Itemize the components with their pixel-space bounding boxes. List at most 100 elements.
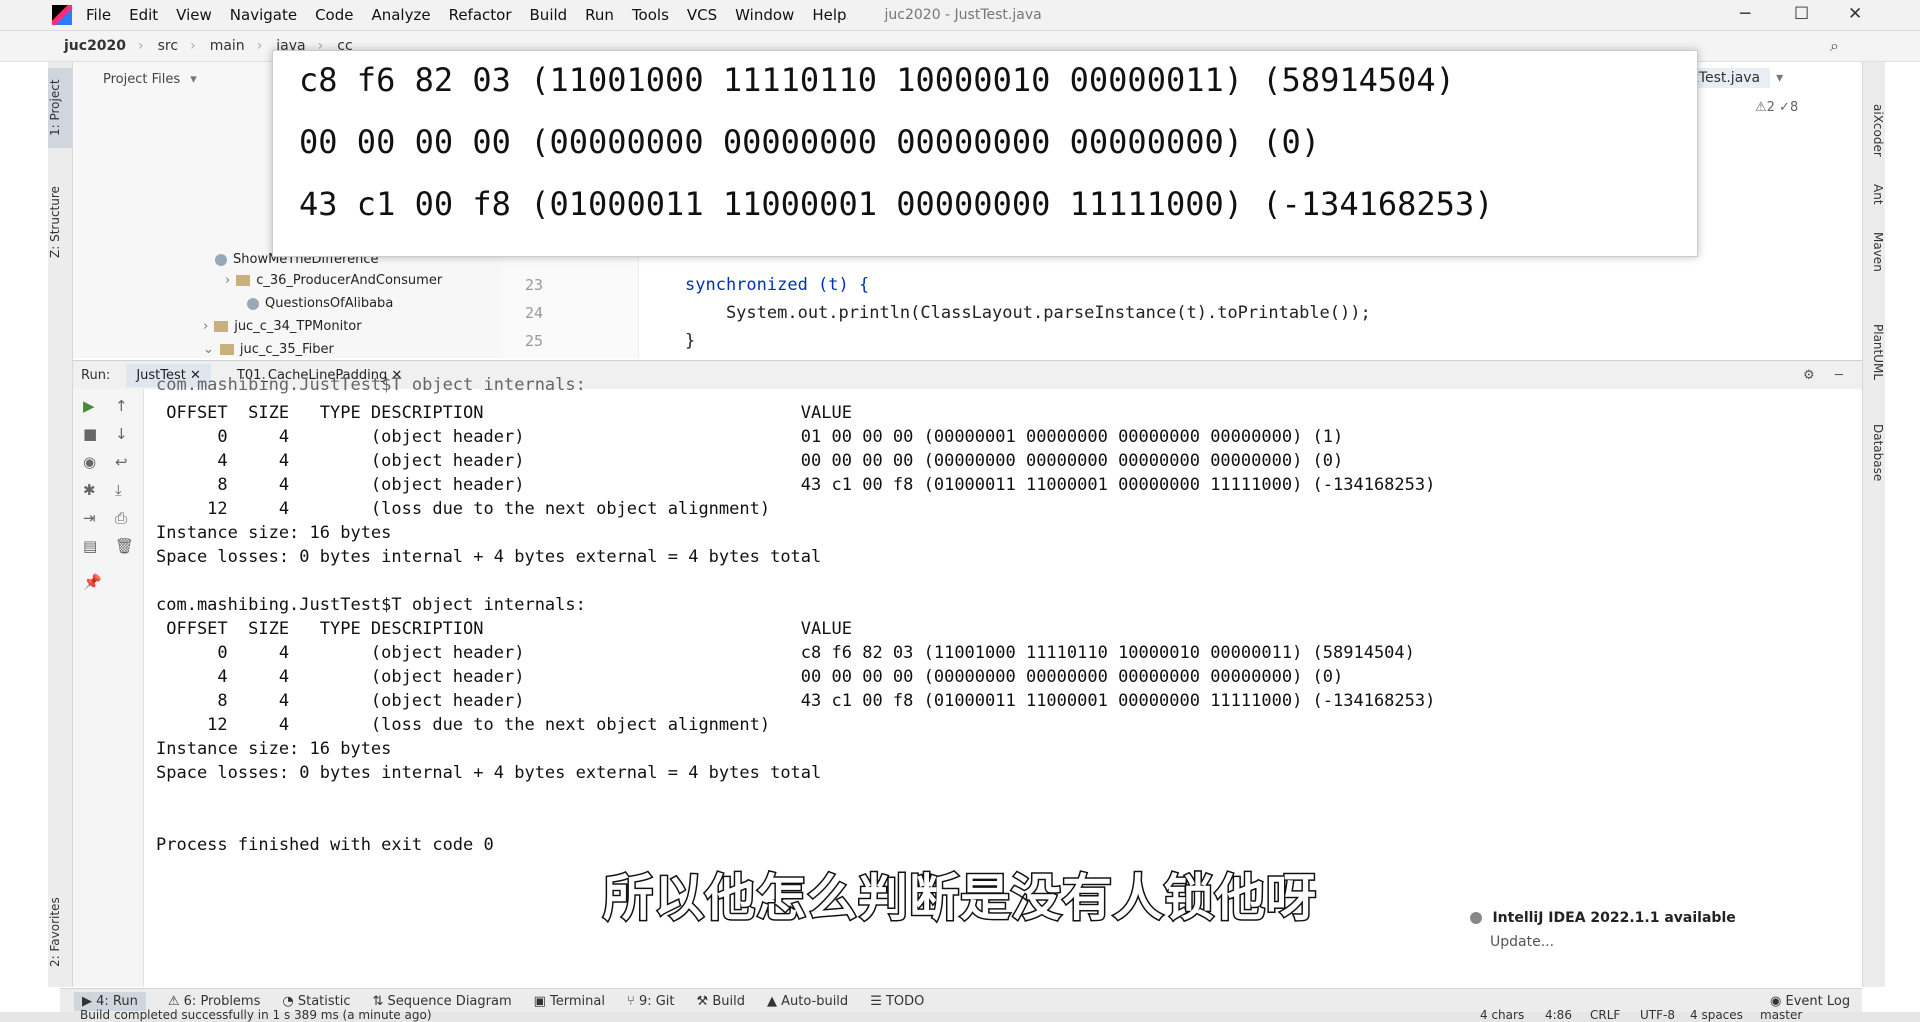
menu-navigate[interactable]: Navigate (230, 6, 297, 24)
menu-file[interactable]: File (86, 6, 111, 24)
maximize-icon[interactable]: ☐ (1794, 4, 1809, 24)
tool-sequence-diagram[interactable]: ⇅ Sequence Diagram (373, 994, 512, 1009)
arrow-up-icon[interactable]: ↑ (115, 397, 128, 415)
tab-project[interactable]: 1: Project (48, 68, 72, 148)
breadcrumb-main[interactable]: main (210, 38, 245, 54)
tool-git[interactable]: ⑂ 9: Git (627, 994, 675, 1009)
breadcrumb-separator-icon: › (138, 38, 144, 54)
chevron-right-icon[interactable]: › (203, 319, 208, 334)
hammer-icon: ⚒ (696, 993, 713, 1009)
pin-icon[interactable]: 📌 (83, 573, 102, 591)
chevron-down-icon[interactable]: ⌄ (203, 342, 214, 357)
todo-icon: ☰ (870, 993, 886, 1009)
folder-icon (236, 275, 251, 286)
indent-setting[interactable]: 4 spaces (1690, 1008, 1743, 1022)
console-row: 12 4 (loss due to the next object alignm… (156, 715, 771, 735)
problems-icon: ⚠ (167, 993, 184, 1009)
breadcrumb-src[interactable]: src (158, 38, 178, 54)
tree-item-tp-monitor[interactable]: › juc_c_34_TPMonitor (203, 319, 362, 334)
exit-icon[interactable]: ⇥ (83, 509, 96, 527)
tool-build[interactable]: ⚒ Build (697, 994, 745, 1009)
menu-run[interactable]: Run (585, 6, 614, 24)
tool-event-log[interactable]: ◉ Event Log (1770, 994, 1850, 1009)
menu-refactor[interactable]: Refactor (449, 6, 512, 24)
breadcrumb-separator-icon: › (190, 38, 196, 54)
terminal-icon: ▣ (533, 993, 551, 1009)
menu-code[interactable]: Code (315, 6, 353, 24)
tab-ant[interactable]: Ant (1865, 184, 1885, 205)
tool-todo[interactable]: ☰ TODO (870, 994, 924, 1009)
debug-icon[interactable]: ✱ (83, 481, 96, 499)
git-branch[interactable]: master (1760, 1008, 1802, 1022)
tab-structure[interactable]: Z: Structure (48, 172, 72, 272)
tree-item-questions-of-alibaba[interactable]: QuestionsOfAlibaba (247, 296, 393, 311)
tool-terminal[interactable]: ▣ Terminal (534, 994, 605, 1009)
console-header: OFFSET SIZE TYPE DESCRIPTION VALUE (156, 619, 852, 639)
menu-vcs[interactable]: VCS (687, 6, 717, 24)
window-title: juc2020 - JustTest.java (884, 7, 1042, 23)
git-icon: ⑂ (627, 993, 639, 1009)
breadcrumb-separator-icon: › (256, 38, 263, 54)
line-separator[interactable]: CRLF (1590, 1008, 1620, 1022)
tree-item-fiber[interactable]: ⌄ juc_c_35_Fiber (203, 342, 334, 357)
soft-wrap-icon[interactable]: ↩ (115, 453, 128, 471)
console-row: 12 4 (loss due to the next object alignm… (156, 499, 771, 519)
project-files-label: Project Files (103, 72, 181, 87)
menu-analyze[interactable]: Analyze (371, 6, 430, 24)
menu-build[interactable]: Build (530, 6, 568, 24)
chevron-down-icon[interactable]: ▾ (1776, 70, 1783, 86)
class-icon (215, 253, 227, 266)
auto-build-icon: ▲ (766, 993, 782, 1009)
tool-problems[interactable]: ⚠ 6: Problems (168, 994, 261, 1009)
console-exit-message: Process finished with exit code 0 (156, 835, 494, 855)
trash-icon[interactable]: 🗑 (115, 537, 134, 555)
caret-position[interactable]: 4:86 (1545, 1008, 1572, 1022)
tab-aixcoder[interactable]: aiXcoder (1865, 104, 1885, 157)
tool-statistic[interactable]: ◔ Statistic (282, 994, 350, 1009)
console-row: 0 4 (object header) 01 00 00 00 (0000000… (156, 427, 1344, 447)
console-instance-size: Instance size: 16 bytes (156, 523, 392, 543)
camera-icon[interactable]: ◉ (83, 453, 96, 471)
minimize-panel-icon[interactable]: ─ (1835, 368, 1843, 383)
breadcrumb-project[interactable]: juc2020 (64, 38, 126, 54)
arrow-down-icon[interactable]: ↓ (115, 425, 128, 443)
print-icon[interactable]: ⎙ (115, 509, 127, 527)
zoom-overlay: c8 f6 82 03 (11001000 11110110 10000010 … (272, 50, 1698, 257)
console-line-partial: com.mashibing.JustTest$T object internal… (156, 375, 586, 395)
menu-tools[interactable]: Tools (632, 6, 669, 24)
tool-auto-build[interactable]: ▲ Auto-build (767, 994, 848, 1009)
tab-plantuml[interactable]: PlantUML (1865, 324, 1885, 380)
tab-database[interactable]: Database (1865, 424, 1885, 481)
menu-help[interactable]: Help (812, 6, 846, 24)
chevron-down-icon[interactable]: ▾ (190, 72, 197, 87)
gear-icon[interactable]: ⚙ (1803, 368, 1815, 383)
project-files-header[interactable]: Project Files ▾ (103, 72, 197, 87)
overlay-line: 43 c1 00 f8 (01000011 11000001 00000000 … (299, 185, 1494, 223)
code-line: synchronized (t) { (685, 275, 870, 295)
minimize-icon[interactable]: ─ (1740, 4, 1750, 24)
rerun-icon[interactable]: ▶ (83, 397, 95, 415)
intellij-logo-icon (52, 5, 72, 25)
menu-view[interactable]: View (176, 6, 212, 24)
inspection-widget[interactable]: ⚠2 ✓8 (1755, 100, 1798, 115)
left-tool-strip: 1: Project Z: Structure 2: Favorites (48, 62, 73, 987)
chevron-right-icon[interactable]: › (225, 273, 230, 288)
tree-item-producer-and-consumer[interactable]: › c_36_ProducerAndConsumer (225, 273, 442, 288)
code-line: System.out.println(ClassLayout.parseInst… (685, 303, 1371, 323)
code-line: } (685, 331, 696, 351)
menu-window[interactable]: Window (735, 6, 794, 24)
search-icon[interactable]: ⌕ (1830, 36, 1839, 56)
close-icon[interactable]: ✕ (1848, 4, 1862, 24)
line-number: 25 (525, 332, 544, 350)
file-encoding[interactable]: UTF-8 (1640, 1008, 1675, 1022)
console-row: 4 4 (object header) 00 00 00 00 (0000000… (156, 667, 1344, 687)
scroll-to-end-icon[interactable]: ⤓ (115, 481, 122, 499)
line-number: 24 (525, 304, 544, 322)
tab-maven[interactable]: Maven (1865, 232, 1885, 272)
update-notification: IntelliJ IDEA 2022.1.1 available Update.… (1470, 910, 1770, 965)
selection-chars: 4 chars (1480, 1008, 1525, 1022)
menu-edit[interactable]: Edit (129, 6, 158, 24)
layout-icon[interactable]: ▤ (83, 537, 97, 555)
stop-icon[interactable]: ■ (83, 425, 97, 443)
update-link[interactable]: Update... (1490, 934, 1770, 950)
